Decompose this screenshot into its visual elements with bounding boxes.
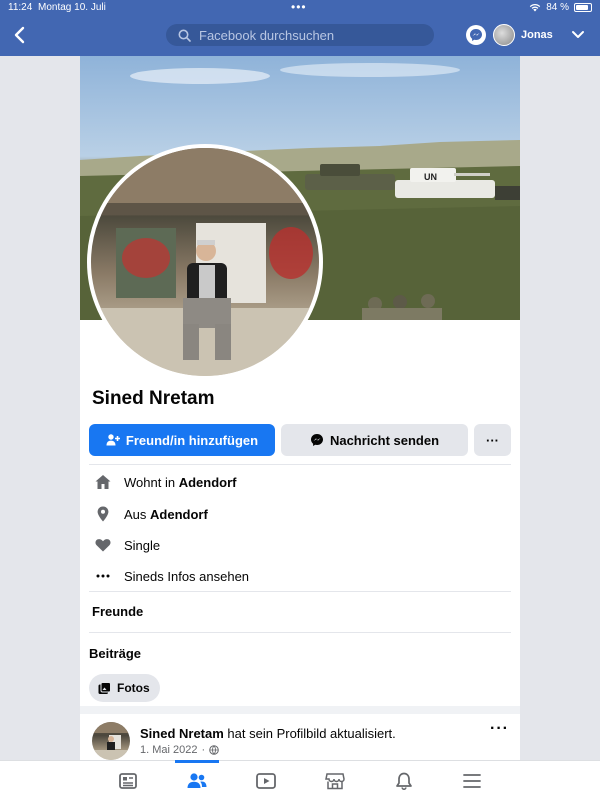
un-marking: UN [424,172,437,182]
divider [89,591,511,592]
see-info-label: Sineds Infos ansehen [124,568,250,584]
divider [89,632,511,633]
photos-chip-label: Fotos [117,681,150,695]
search-placeholder: Facebook durchsuchen [199,27,335,43]
from-prefix: Aus [124,506,151,522]
messenger-icon [310,434,323,446]
friends-heading[interactable]: Freunde [92,604,143,619]
home-icon [92,471,114,493]
intro-relationship: Single [92,533,160,557]
intro-from: Aus Adendorf [92,502,208,526]
marketplace-icon[interactable] [323,769,347,793]
send-message-button[interactable]: Nachricht senden [281,424,468,456]
top-bar: 11:24 Montag 10. Juli ••• 84 % Facebook … [0,0,600,56]
status-bar: 11:24 Montag 10. Juli ••• 84 % [0,0,600,16]
photos-icon [98,681,111,694]
messenger-icon[interactable] [466,25,486,45]
globe-icon [209,745,219,755]
send-message-label: Nachricht senden [329,432,440,448]
post-more-button[interactable]: ··· [490,720,509,738]
post-separator [80,706,520,714]
search-input[interactable]: Facebook durchsuchen [166,24,434,46]
status-date: Montag 10. Juli [38,2,106,13]
multitask-dots-icon[interactable]: ••• [291,0,307,14]
from-place[interactable]: Adendorf [150,507,208,522]
wifi-icon [530,3,541,12]
add-person-icon [106,434,120,446]
location-pin-icon [92,503,114,525]
post-author[interactable]: Sined Nretam [140,726,224,741]
profile-picture[interactable] [87,144,323,380]
heart-icon [92,534,114,556]
bottom-nav [0,760,600,800]
post-meta: 1. Mai 2022 · [140,744,219,756]
post-action: hat sein Profilbild aktualisiert. [223,726,396,741]
friends-icon[interactable] [175,760,219,793]
user-avatar[interactable] [493,24,515,46]
lives-prefix: Wohnt in [124,474,179,490]
photos-filter-chip[interactable]: Fotos [89,674,160,702]
feed-icon[interactable] [116,769,140,793]
post-date[interactable]: 1. Mai 2022 [140,744,197,756]
more-options-icon: ··· [486,432,499,448]
ellipsis-icon [92,565,114,587]
search-icon [178,29,191,42]
watch-icon[interactable] [254,769,278,793]
posts-heading: Beiträge [89,646,142,661]
post-headline: Sined Nretam hat sein Profilbild aktuali… [140,726,396,741]
status-right: 84 % [529,2,592,13]
user-name[interactable]: Jonas [521,29,553,41]
back-arrow-icon[interactable] [10,24,30,46]
lives-place[interactable]: Adendorf [179,475,237,490]
battery-percent: 84 % [546,2,569,13]
intro-lives-in: Wohnt in Adendorf [92,470,236,494]
battery-icon [574,3,592,12]
divider [89,464,511,465]
profile-card: UN Sined Nretam Freund/in hinzufügen Nac… [80,56,520,760]
notifications-icon[interactable] [392,769,416,793]
post-author-avatar[interactable] [92,722,130,760]
profile-name: Sined Nretam [92,388,215,409]
see-info-link[interactable]: Sineds Infos ansehen [92,564,249,588]
add-friend-label: Freund/in hinzufügen [125,432,259,448]
add-friend-button[interactable]: Freund/in hinzufügen [89,424,275,456]
relationship-status: Single [124,537,161,553]
menu-icon[interactable] [460,769,484,793]
chevron-down-icon[interactable] [571,27,585,41]
status-time: 11:24 [8,2,33,13]
post-meta-separator: · [201,744,206,756]
more-options-button[interactable]: ··· [474,424,511,456]
